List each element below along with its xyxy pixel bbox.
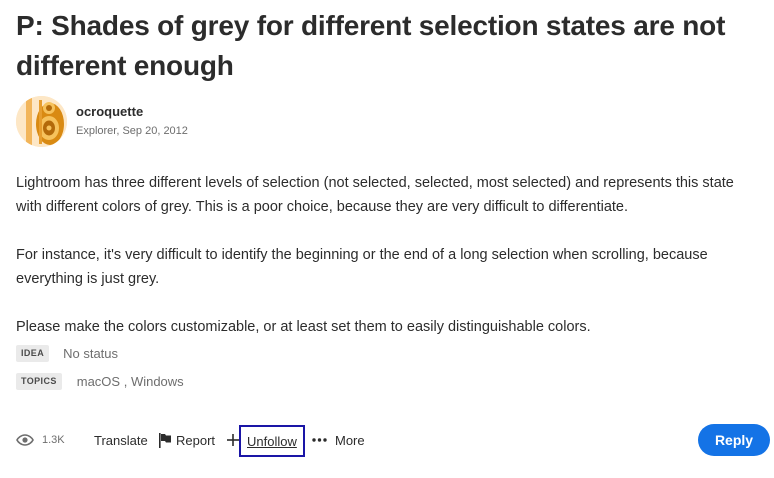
- post-actions-bar: 1.3K Translate Report Unfollow More Repl…: [16, 424, 770, 457]
- plus-icon: [227, 424, 239, 456]
- translate-label: Translate: [94, 432, 148, 448]
- speaker-avatar-icon[interactable]: [16, 96, 67, 147]
- topics-label: TOPICS: [16, 373, 62, 390]
- post-body: Lightroom has three different levels of …: [16, 171, 756, 363]
- reply-button[interactable]: Reply: [698, 424, 770, 456]
- author-name[interactable]: ocroquette: [76, 104, 188, 120]
- author-role-date: Explorer, Sep 20, 2012: [76, 125, 188, 137]
- topic-macos[interactable]: macOS: [77, 374, 120, 389]
- post-title: P: Shades of grey for different selectio…: [16, 10, 726, 81]
- idea-status: No status: [63, 346, 119, 361]
- report-label: Report: [176, 432, 216, 448]
- more-button[interactable]: More: [312, 424, 365, 456]
- post-paragraph: For instance, it's very difficult to ide…: [16, 247, 708, 287]
- more-label: More: [335, 432, 365, 448]
- idea-status-row: IDEA No status: [16, 345, 118, 362]
- unfollow-button[interactable]: Unfollow: [239, 425, 305, 457]
- unfollow-label: Unfollow: [247, 433, 297, 449]
- topic-separator: ,: [120, 374, 131, 389]
- ellipsis-icon: [312, 438, 327, 442]
- views-count: 1.3K: [42, 434, 65, 446]
- post-paragraph: Lightroom has three different levels of …: [16, 175, 734, 215]
- idea-label: IDEA: [16, 345, 50, 362]
- eye-icon: [16, 434, 34, 446]
- post-paragraph: Please make the colors customizable, or …: [16, 319, 591, 335]
- translate-button[interactable]: Translate: [94, 424, 148, 456]
- views-counter: 1.3K: [16, 424, 65, 456]
- topic-windows[interactable]: Windows: [131, 374, 184, 389]
- report-button[interactable]: Report: [158, 424, 215, 456]
- topics-row: TOPICS macOS , Windows: [16, 373, 184, 390]
- author-block: ocroquette Explorer, Sep 20, 2012: [16, 96, 188, 147]
- flag-icon: [158, 432, 172, 448]
